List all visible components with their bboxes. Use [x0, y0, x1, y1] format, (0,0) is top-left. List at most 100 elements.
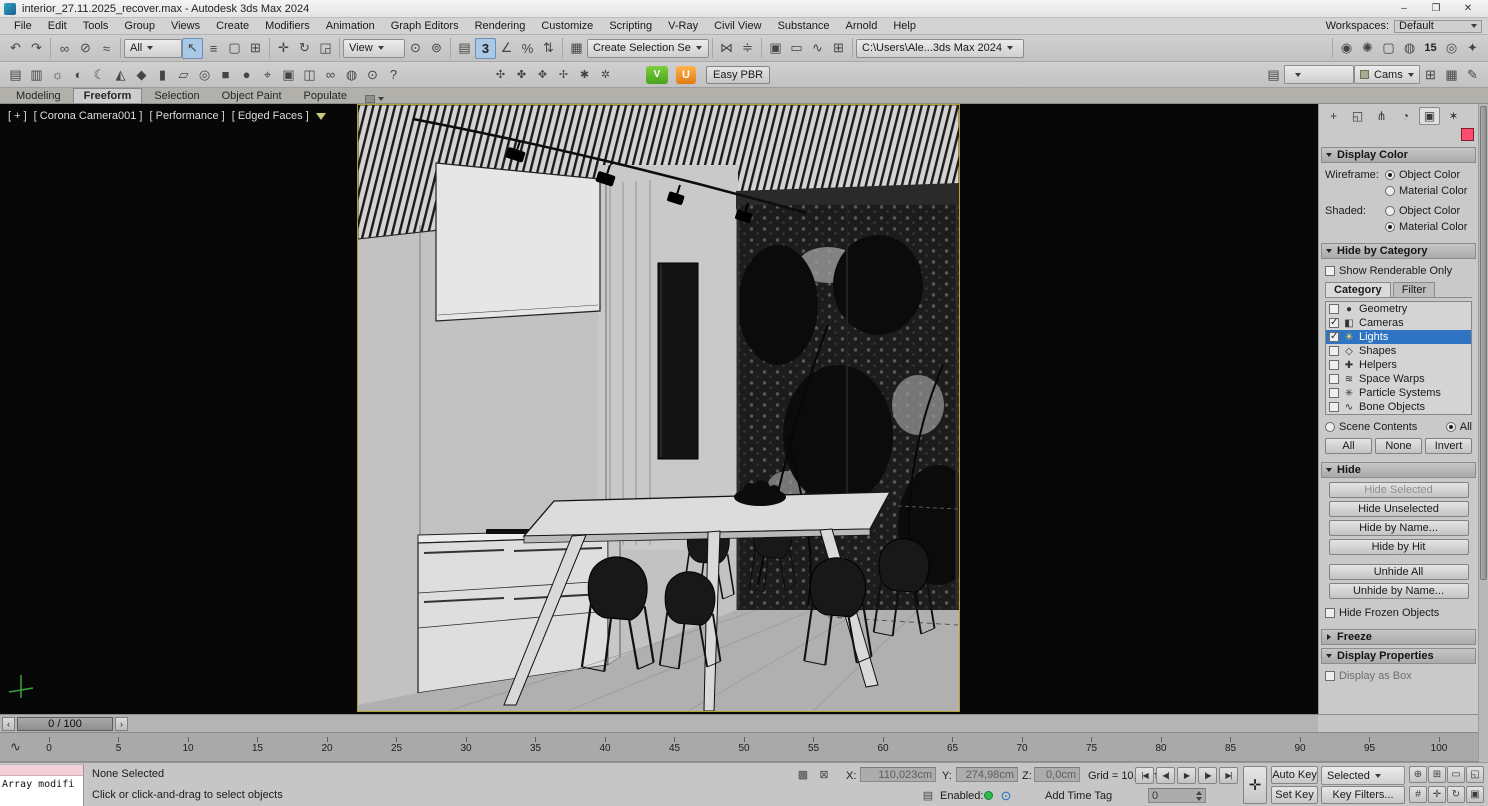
hide-unselected-button[interactable]: Hide Unselected: [1328, 501, 1469, 517]
viewport-general-menu[interactable]: [ + ]: [8, 110, 27, 122]
play-button[interactable]: ▶: [1177, 767, 1196, 784]
rollout-hide-header[interactable]: Hide: [1321, 462, 1476, 478]
viewport-shading-menu[interactable]: [ Edged Faces ]: [232, 110, 309, 122]
ribbon-tab-freeform[interactable]: Freeform: [72, 88, 143, 103]
menu-views[interactable]: Views: [163, 19, 208, 33]
set-keys-button[interactable]: ✛: [1243, 766, 1267, 804]
ribbon-tab-modeling[interactable]: Modeling: [6, 89, 71, 103]
previous-frame-button[interactable]: ◀|: [1156, 767, 1175, 784]
select-and-scale-icon[interactable]: ◲: [315, 38, 336, 59]
rollout-display-color-header[interactable]: Display Color: [1321, 147, 1476, 163]
cameras-checkbox[interactable]: [1329, 317, 1339, 328]
menu-civil-view[interactable]: Civil View: [706, 19, 769, 33]
viewport-scene[interactable]: [357, 104, 978, 712]
rollout-hide-by-category-header[interactable]: Hide by Category: [1321, 243, 1476, 259]
named-selection-dropdown[interactable]: Create Selection Se: [587, 38, 709, 58]
bind-to-spacewarp-icon[interactable]: ≈: [96, 38, 117, 59]
isolate-selection-toggle[interactable]: ▩: [795, 767, 811, 782]
viewport-layout-icon[interactable]: ▤: [1263, 64, 1284, 85]
unhide-all-button[interactable]: Unhide All: [1328, 564, 1469, 580]
chain-icon[interactable]: ∞: [320, 64, 341, 85]
create-light-icon[interactable]: ☼: [47, 64, 68, 85]
all-radio[interactable]: [1445, 422, 1456, 432]
project-folder-dropdown[interactable]: C:\Users\Ale...3ds Max 2024: [856, 38, 1024, 58]
go-to-start-button[interactable]: |◀: [1135, 767, 1154, 784]
z-coordinate-field[interactable]: 0,0cm: [1034, 767, 1080, 782]
render-preset-badge[interactable]: 15: [1420, 38, 1441, 59]
menu-group[interactable]: Group: [116, 19, 163, 33]
scrollbar-thumb[interactable]: [1480, 106, 1487, 580]
viewport-filter-icon[interactable]: [315, 112, 326, 120]
category-row-space-warps[interactable]: ≋ Space Warps: [1326, 372, 1471, 386]
layer-dropdown[interactable]: [1284, 65, 1354, 84]
space-warps-checkbox[interactable]: [1329, 374, 1339, 384]
rendered-frame-window-icon[interactable]: ▢: [1378, 38, 1399, 59]
shaded-material-color-radio[interactable]: [1385, 222, 1395, 232]
select-and-manipulate-icon[interactable]: ⊚: [426, 38, 447, 59]
menu-edit[interactable]: Edit: [40, 19, 75, 33]
hide-frozen-objects-checkbox[interactable]: [1325, 608, 1335, 618]
category-none-button[interactable]: None: [1375, 438, 1422, 454]
keyboard-shortcut-icon[interactable]: ▤: [920, 788, 936, 803]
mini-curve-editor-icon[interactable]: ∿: [10, 739, 21, 755]
monitor-icon[interactable]: ▣: [278, 64, 299, 85]
track-bar[interactable]: ∿ 0 5 10 15 20 25 30 35 40 45 50 55 60 6…: [0, 732, 1478, 762]
normal-align-icon[interactable]: ✲: [595, 64, 616, 85]
edit-named-sets-icon[interactable]: ▦: [566, 38, 587, 59]
rollout-freeze-header[interactable]: Freeze: [1321, 629, 1476, 645]
geometry-checkbox[interactable]: [1329, 304, 1339, 314]
wireframe-object-color-radio[interactable]: [1385, 170, 1395, 180]
array-tool-icon[interactable]: ✤: [511, 64, 532, 85]
hide-by-hit-button[interactable]: Hide by Hit: [1328, 539, 1469, 555]
time-slider-handle[interactable]: 0 / 100: [17, 716, 113, 731]
spinner-snap-icon[interactable]: ⇅: [538, 38, 559, 59]
tab-utilities-icon[interactable]: ✶: [1443, 107, 1464, 125]
reference-coordinate-dropdown[interactable]: View: [343, 38, 405, 58]
select-object-icon[interactable]: ↖: [182, 37, 203, 59]
category-row-particle-systems[interactable]: ✳ Particle Systems: [1326, 386, 1471, 400]
category-invert-button[interactable]: Invert: [1425, 438, 1472, 454]
add-time-tag[interactable]: Add Time Tag: [1045, 790, 1112, 802]
category-row-geometry[interactable]: ● Geometry: [1326, 302, 1471, 316]
current-frame-spinner[interactable]: 0: [1148, 788, 1206, 803]
snap-3d-toggle[interactable]: 3: [475, 37, 496, 59]
set-key-button[interactable]: Set Key: [1271, 786, 1318, 804]
rectangular-region-icon[interactable]: ▢: [224, 38, 245, 59]
category-row-bone-objects[interactable]: ∿ Bone Objects: [1326, 400, 1471, 414]
key-filter-selected-dropdown[interactable]: Selected: [1321, 766, 1405, 785]
tab-create-icon[interactable]: +: [1323, 107, 1344, 125]
ribbon-tab-object-paint[interactable]: Object Paint: [212, 89, 292, 103]
viewport-performance-menu[interactable]: [ Performance ]: [150, 110, 225, 122]
cylinder-primitive-icon[interactable]: ▮: [152, 64, 173, 85]
show-renderable-only-checkbox[interactable]: [1325, 266, 1335, 276]
shaded-object-color-radio[interactable]: [1385, 206, 1395, 216]
capture-icon[interactable]: ◫: [299, 64, 320, 85]
align-icon[interactable]: ≑: [737, 38, 758, 59]
percent-snap-icon[interactable]: %: [517, 38, 538, 59]
maximize-button[interactable]: ❐: [1420, 1, 1452, 17]
measure-icon[interactable]: ✱: [574, 64, 595, 85]
maximize-viewport-icon[interactable]: ▣: [1466, 786, 1484, 803]
y-coordinate-field[interactable]: 274,98cm: [956, 767, 1018, 782]
paint-tool-icon[interactable]: ✎: [1462, 64, 1483, 85]
select-and-link-icon[interactable]: ∞: [54, 38, 75, 59]
menu-arnold[interactable]: Arnold: [838, 19, 886, 33]
ribbon-tab-populate[interactable]: Populate: [294, 89, 357, 103]
go-to-end-button[interactable]: ▶|: [1219, 767, 1238, 784]
panel-scrollbar[interactable]: [1478, 104, 1488, 762]
category-all-button[interactable]: All: [1325, 438, 1372, 454]
listener-macro-line[interactable]: [0, 765, 83, 776]
display-as-box-checkbox[interactable]: [1325, 671, 1335, 681]
category-row-helpers[interactable]: ✚ Helpers: [1326, 358, 1471, 372]
selection-filter-dropdown[interactable]: All: [124, 38, 182, 58]
helpers-checkbox[interactable]: [1329, 360, 1339, 370]
gpu-render-icon[interactable]: ✦: [1462, 38, 1483, 59]
help-circle-icon[interactable]: ?: [383, 64, 404, 85]
time-next-button[interactable]: ›: [115, 716, 128, 731]
next-frame-button[interactable]: |▶: [1198, 767, 1217, 784]
ribbon-tab-selection[interactable]: Selection: [144, 89, 209, 103]
unlink-selection-icon[interactable]: ⊘: [75, 38, 96, 59]
category-row-shapes[interactable]: ◇ Shapes: [1326, 344, 1471, 358]
field-of-view-icon[interactable]: #: [1409, 786, 1427, 803]
curve-editor-icon[interactable]: ∿: [807, 38, 828, 59]
